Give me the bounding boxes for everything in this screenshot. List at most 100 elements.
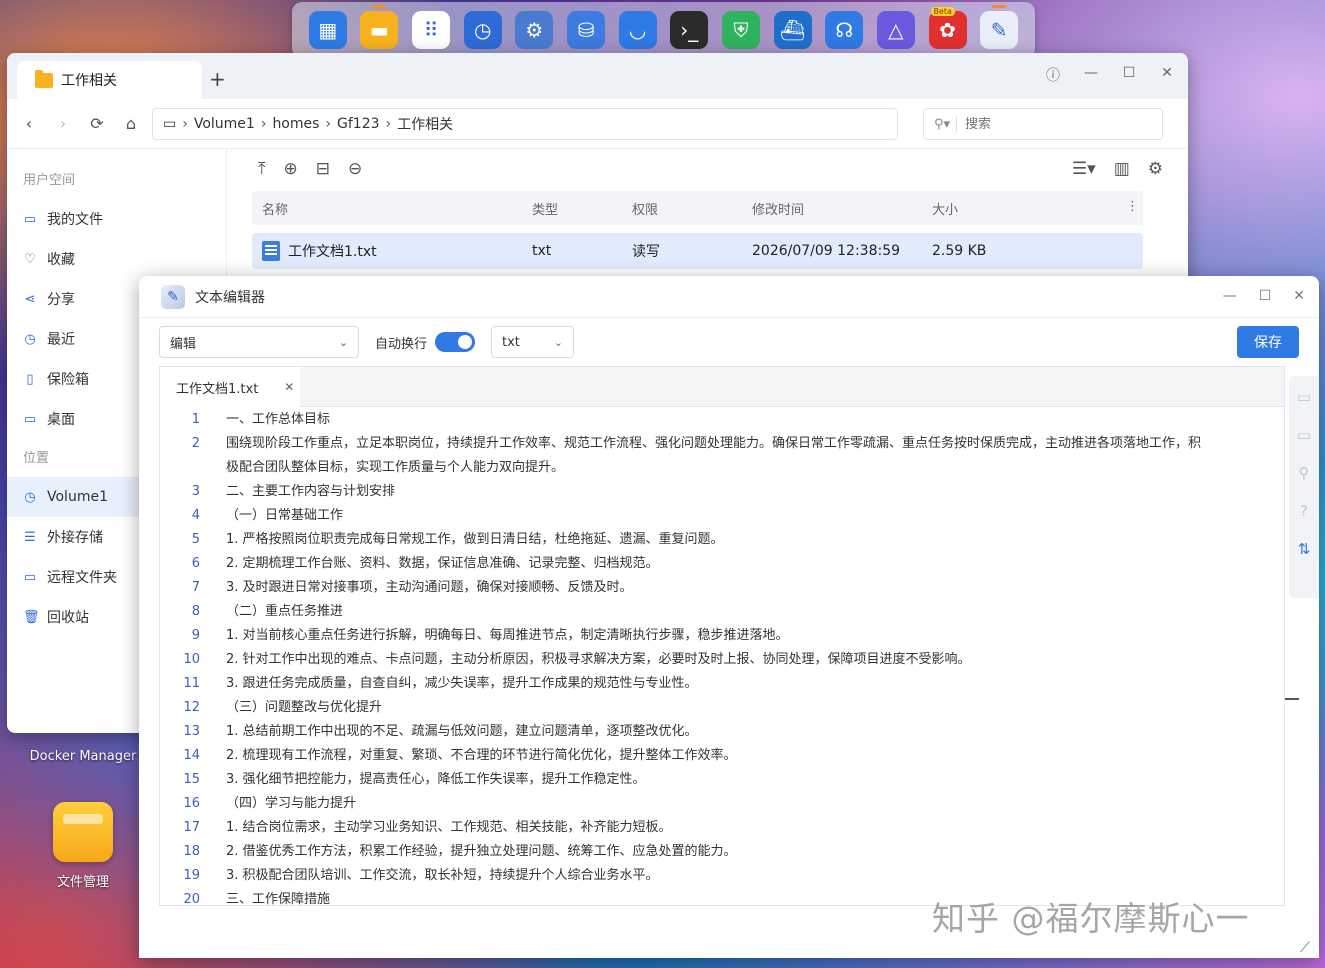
file-manager-desktop-label[interactable]: 文件管理 (40, 871, 126, 890)
media-icon[interactable]: △ (876, 11, 915, 49)
upload-icon[interactable]: ⤒ (258, 159, 266, 179)
dock-glyph: ▬ (370, 18, 389, 42)
add-icon[interactable]: ⊕ (284, 159, 298, 179)
message-icon[interactable]: ▭ (1297, 388, 1311, 406)
editor-line: 1 一、工作总体目标 (160, 408, 1284, 432)
save-button[interactable]: 保存 (1237, 326, 1299, 358)
column-menu-icon[interactable]: ⋮ (1126, 199, 1139, 214)
file-manager-icon[interactable]: ▬ (360, 5, 399, 49)
editor-line: 15 3. 强化细节把控能力，提高责任心，降低工作失误率，提升工作稳定性。 (160, 768, 1284, 792)
help-icon[interactable]: ⓘ (1044, 65, 1062, 85)
editor-line: 9 1. 对当前核心重点任务进行拆解，明确每日、每周推进节点，制定清晰执行步骤，稳… (160, 624, 1284, 648)
col-name[interactable]: 名称 (252, 199, 532, 218)
dock-glyph: ▦ (318, 18, 338, 42)
editor-line: 14 2. 梳理现有工作流程，对重复、繁琐、不合理的环节进行简化优化，提升整体工作… (160, 744, 1284, 768)
terminal-icon[interactable]: ›_ (670, 11, 709, 49)
line-text: 3. 及时跟进日常对接事项，主动沟通问题，确保对接顺畅、反馈及时。 (226, 580, 633, 595)
search-input[interactable] (956, 116, 1137, 132)
support-icon[interactable]: ☊ (825, 11, 864, 49)
sidebar-icon: ☰ (24, 529, 36, 545)
breadcrumb-item[interactable]: Gf123 (337, 116, 380, 132)
mode-select[interactable]: 编辑 ⌄ (159, 326, 359, 358)
resize-handle-icon[interactable]: ⟋ (1300, 940, 1310, 956)
storage-icon[interactable]: ⛁ (567, 11, 606, 49)
text-editor-icon[interactable]: ✎ (980, 5, 1019, 49)
wrap-toggle[interactable] (435, 332, 476, 352)
table-row[interactable]: 工作文档1.txt txt 读写 2026/07/09 12:38:59 2.5… (252, 233, 1143, 269)
new-tab-button[interactable]: + (209, 67, 226, 91)
col-perm[interactable]: 权限 (632, 199, 752, 218)
cloud-icon[interactable]: ◡ (618, 11, 657, 49)
sidebar-item-label: 回收站 (47, 610, 89, 626)
search-icon[interactable]: ⚲ (1299, 464, 1310, 482)
clock-icon[interactable]: ◷ (463, 11, 502, 49)
line-number: 15 (183, 772, 200, 787)
col-time[interactable]: 修改时间 (752, 199, 932, 218)
back-button[interactable]: ‹ (21, 114, 37, 133)
breadcrumb-item[interactable]: 工作相关 (397, 114, 453, 134)
chat-icon[interactable]: ▭ (1297, 426, 1311, 444)
line-text: 极配合团队整体目标，实现工作质量与个人能力双向提升。 (226, 460, 565, 475)
file-manager-desktop-icon[interactable] (53, 802, 113, 862)
list-view-icon[interactable]: ☰▾ (1072, 159, 1096, 179)
file-time: 2026/07/09 12:38:59 (752, 243, 901, 259)
sidebar-item[interactable]: ♡ 收藏 (7, 239, 226, 279)
sidebar-icon: ◷ (24, 331, 36, 347)
sidebar-item-label: 保险箱 (47, 372, 89, 388)
breadcrumb[interactable]: ▭ › Volume1 › homes › Gf123 › 工作相关 (152, 108, 898, 140)
breadcrumb-item[interactable]: homes (272, 116, 319, 132)
editor-pane: 工作文档1.txt ✕ 1 一、工作总体目标 2 围绕现阶段工作重点，立足本职岗位，持… (159, 366, 1285, 907)
editor-tab-file[interactable]: 工作文档1.txt ✕ (160, 367, 300, 407)
tab-work-folder[interactable]: 工作相关 (17, 61, 202, 99)
minimize-button[interactable]: — (1082, 65, 1100, 85)
close-tab-icon[interactable]: ✕ (284, 380, 294, 394)
archive-icon[interactable]: ⊟ (316, 159, 330, 179)
line-text: 2. 梳理现有工作流程，对重复、繁琐、不合理的环节进行简化优化，提升整体工作效率… (226, 748, 737, 763)
security-icon[interactable]: ⛨ (721, 11, 760, 49)
syntax-select[interactable]: txt ⌄ (491, 326, 575, 358)
line-number: 17 (183, 820, 200, 835)
close-button[interactable]: ✕ (1158, 65, 1176, 85)
maximize-button[interactable]: ☐ (1259, 288, 1272, 304)
line-number: 7 (191, 580, 200, 595)
breadcrumb-item[interactable]: Volume1 (194, 116, 255, 132)
file-toolbar: ⤒ ⊕ ⊟ ⊖ ☰▾ ▥ ⚙ (252, 149, 1163, 189)
control-panel-icon[interactable]: ▦ (308, 11, 347, 49)
minimize-button[interactable]: — (1223, 288, 1237, 304)
forward-button[interactable]: › (55, 114, 71, 133)
help-icon[interactable]: ? (1300, 502, 1308, 520)
line-text: 一、工作总体目标 (226, 412, 331, 427)
refresh-button[interactable]: ⟳ (89, 114, 105, 133)
beta-app-icon[interactable]: Beta ✿ (928, 7, 967, 49)
maximize-button[interactable]: ☐ (1120, 65, 1138, 85)
line-text: （二）重点任务推进 (226, 604, 344, 619)
settings-icon[interactable]: ⚙ (515, 11, 554, 49)
editor-line: 13 1. 总结前期工作中出现的不足、疏漏与低效问题，建立问题清单，逐项整改优化。 (160, 720, 1284, 744)
settings-icon[interactable]: ⚙ (1148, 159, 1163, 179)
more-icon[interactable]: ⊖ (348, 159, 362, 179)
line-text: 2. 针对工作中出现的难点、卡点问题，主动分析原因，积极寻求解决方案，必要时及时… (226, 652, 971, 667)
line-number: 3 (191, 484, 200, 499)
text-area[interactable]: 1 一、工作总体目标 2 围绕现阶段工作重点，立足本职岗位，持续提升工作效率、规范工作… (160, 407, 1284, 912)
docker-manager-label[interactable]: Docker Manager (28, 749, 138, 764)
sync-icon[interactable]: ⇅ (1298, 540, 1311, 558)
beta-badge: Beta (930, 7, 955, 16)
app-center-icon[interactable]: ⠿ (412, 11, 451, 49)
sidebar-item-label: 桌面 (47, 412, 75, 428)
home-button[interactable]: ⌂ (123, 114, 139, 133)
column-view-icon[interactable]: ▥ (1114, 159, 1130, 179)
col-size[interactable]: 大小 (932, 199, 1112, 218)
docker-icon[interactable]: ⛴ (773, 11, 812, 49)
sidebar-item[interactable]: ▭ 我的文件 (7, 199, 226, 239)
line-number (160, 456, 200, 480)
close-button[interactable]: ✕ (1293, 288, 1305, 304)
dock-glyph: △ (888, 18, 904, 42)
col-type[interactable]: 类型 (532, 199, 632, 218)
scrollbar[interactable] (1285, 698, 1299, 700)
line-number: 16 (183, 796, 200, 811)
dock-glyph: ☊ (835, 18, 854, 42)
search-icon[interactable]: ⚲▾ (934, 117, 950, 132)
sidebar-icon: ▭ (23, 411, 37, 427)
editor-line: 5 1. 严格按照岗位职责完成每日常规工作，做到日清日结，杜绝拖延、遗漏、重复问题… (160, 528, 1284, 552)
sidebar-item-label: Volume1 (47, 489, 108, 505)
